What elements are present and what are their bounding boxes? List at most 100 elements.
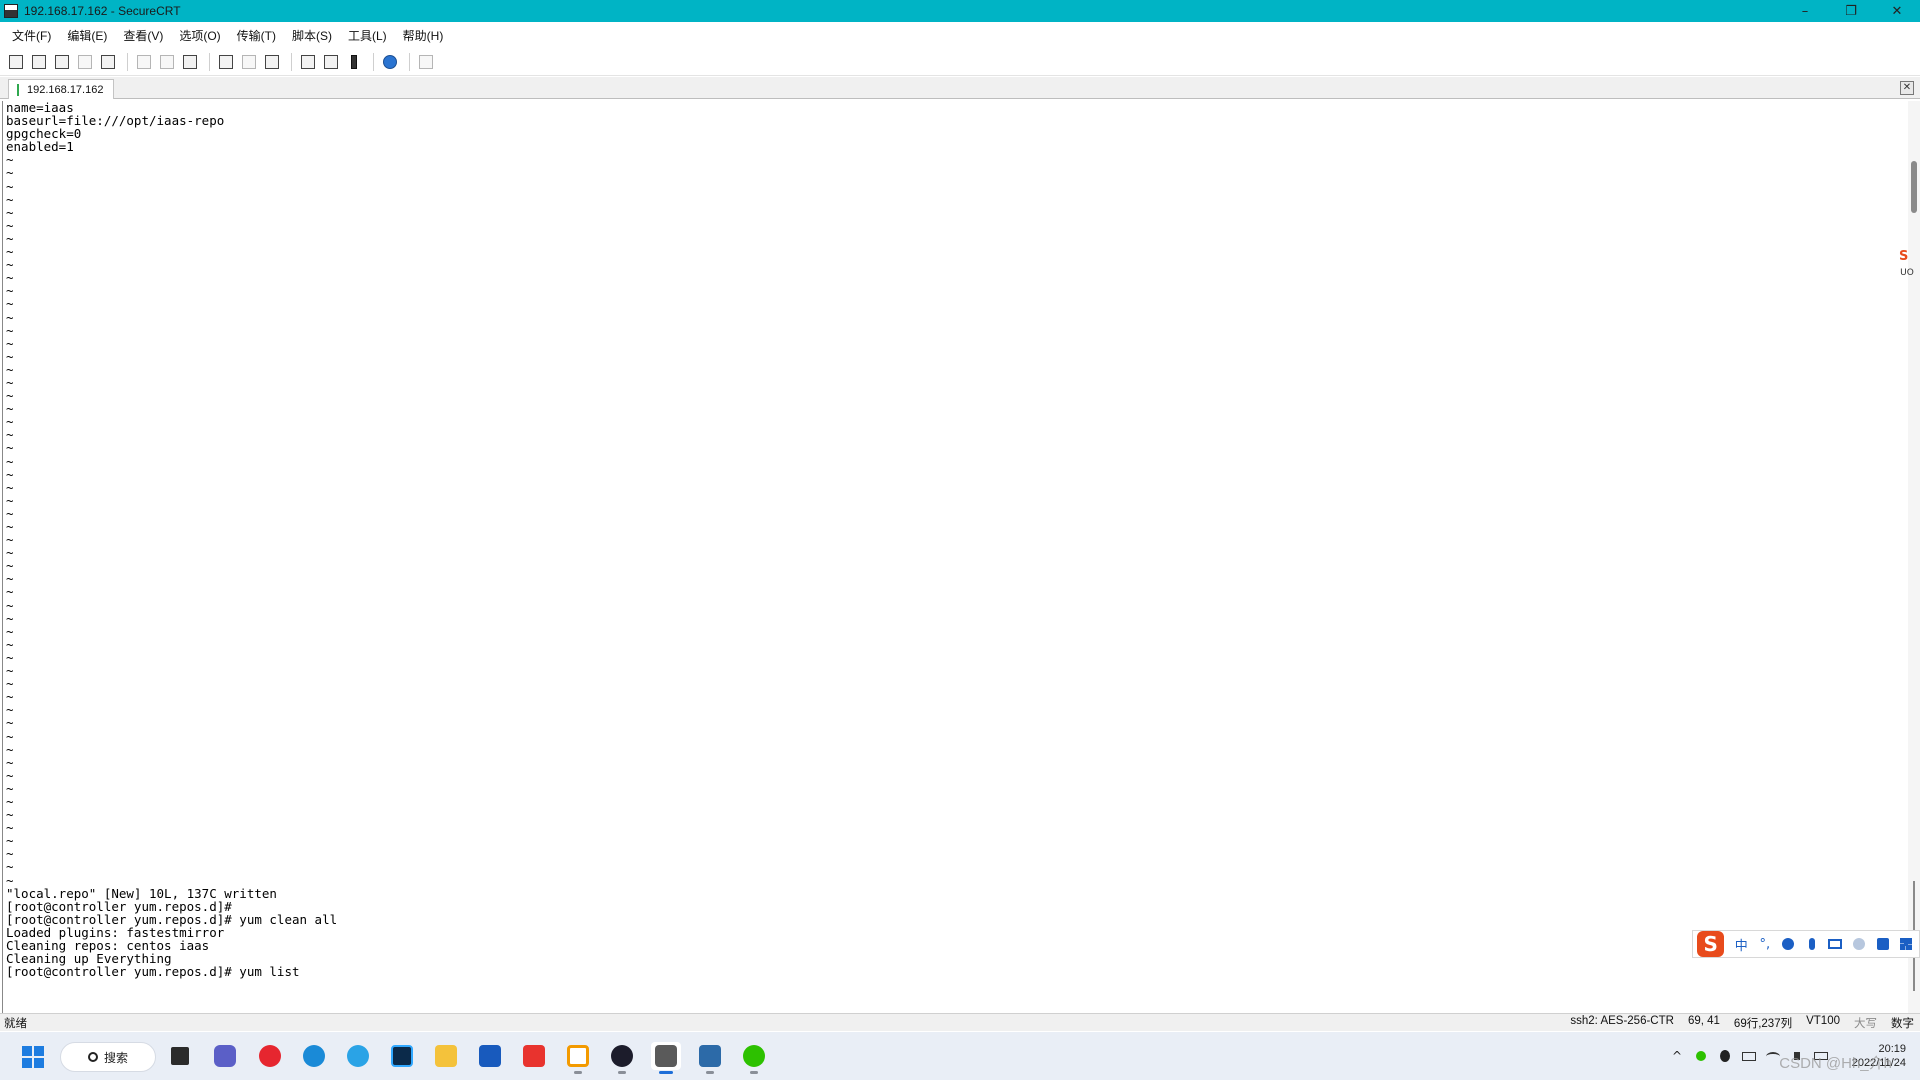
terminal-line: ~ — [6, 767, 14, 783]
menu-transfer[interactable]: 传输(T) — [231, 25, 282, 46]
print-selection-button[interactable] — [239, 52, 259, 72]
copy-button[interactable] — [134, 52, 154, 72]
wechat-icon[interactable] — [739, 1042, 769, 1074]
toolbar-separator — [209, 52, 210, 71]
terminal-line: ~ — [6, 453, 14, 469]
meet-icon[interactable] — [210, 1042, 240, 1070]
terminal-line: ~ — [6, 545, 14, 561]
terminal-line: ~ — [6, 715, 14, 731]
skin-icon[interactable] — [1872, 934, 1894, 954]
minimize-button[interactable]: – — [1782, 0, 1828, 22]
menu-edit[interactable]: 编辑(E) — [61, 25, 113, 46]
terminal-line: Loaded plugins: fastestmirror — [6, 924, 225, 940]
securefx-icon[interactable] — [695, 1042, 725, 1074]
keyboard-tray-icon[interactable] — [1738, 1045, 1760, 1067]
session-tab[interactable]: 192.168.17.162 — [8, 79, 115, 99]
title-bar: 192.168.17.162 - SecureCRT – ❐ ✕ — [0, 0, 1920, 22]
disconnect-button[interactable] — [98, 52, 118, 72]
terminal-line: enabled=1 — [6, 139, 74, 155]
terminal-line: ~ — [6, 257, 14, 273]
session-options-button[interactable] — [298, 52, 318, 72]
disconnect-icon — [101, 54, 115, 69]
edge-icon[interactable] — [299, 1042, 329, 1070]
help-button[interactable] — [380, 52, 400, 72]
terminal-line: ~ — [6, 361, 14, 377]
sftp-button[interactable] — [416, 52, 436, 72]
csdn-watermark: CSDN @Hh_介h — [1779, 1055, 1892, 1072]
global-options-button[interactable] — [321, 52, 341, 72]
terminal-line: ~ — [6, 636, 14, 652]
emoji-icon[interactable] — [1778, 934, 1800, 954]
toolbar — [0, 48, 1920, 76]
terminal-line: ~ — [6, 244, 14, 260]
netease-music-icon[interactable] — [255, 1042, 285, 1070]
menu-script[interactable]: 脚本(S) — [286, 25, 338, 46]
ime-side-widget[interactable]: S UO — [1898, 250, 1916, 290]
connected-indicator-icon — [17, 83, 19, 96]
terminal-line: ~ — [6, 597, 14, 613]
keyboard-icon[interactable] — [1825, 934, 1847, 954]
file-explorer-task-icon[interactable] — [165, 1042, 195, 1070]
close-button[interactable]: ✕ — [1874, 0, 1920, 22]
terminal-line: ~ — [6, 833, 14, 849]
scrollbar-thumb[interactable] — [1911, 161, 1917, 213]
ime-side-label: UO — [1900, 268, 1914, 278]
printer-button[interactable] — [262, 52, 282, 72]
toolbox-icon[interactable] — [1895, 934, 1917, 954]
maximize-button[interactable]: ❐ — [1828, 0, 1874, 22]
menu-options[interactable]: 选项(O) — [173, 25, 226, 46]
search-icon — [87, 1052, 98, 1062]
terminal-line: ~ — [6, 388, 14, 404]
folder-icon[interactable] — [431, 1042, 461, 1070]
find-button[interactable] — [180, 52, 200, 72]
paste-button[interactable] — [157, 52, 177, 72]
menu-view[interactable]: 查看(V) — [117, 25, 169, 46]
photoshop-icon[interactable] — [387, 1042, 417, 1070]
menu-help[interactable]: 帮助(H) — [397, 25, 450, 46]
terminal-line: ~ — [6, 702, 14, 718]
menu-file[interactable]: 文件(F) — [6, 25, 57, 46]
reconnect-button[interactable] — [75, 52, 95, 72]
microphone-icon[interactable] — [1801, 934, 1823, 954]
quick-connect-button[interactable] — [29, 52, 49, 72]
securecrt-icon[interactable] — [651, 1042, 681, 1074]
print-button[interactable] — [216, 52, 236, 72]
start-icon[interactable] — [22, 1046, 44, 1068]
terminal-line: ~ — [6, 820, 14, 836]
status-size: 69行,237列 — [1733, 1017, 1793, 1030]
wps-icon[interactable] — [519, 1042, 549, 1070]
terminal-line: ~ — [6, 780, 14, 796]
close-tab-icon[interactable]: ✕ — [1900, 81, 1914, 95]
terminal-line: ~ — [6, 335, 14, 351]
status-cursor: 69, 41 — [1687, 1014, 1720, 1027]
sogou-ime-icon[interactable]: S — [1697, 931, 1725, 957]
terminal-line: ~ — [6, 374, 14, 390]
terminal-line: ~ — [6, 584, 14, 600]
ie-icon[interactable] — [343, 1042, 373, 1070]
terminal-line: ~ — [6, 427, 14, 443]
user-icon[interactable] — [1848, 934, 1870, 954]
find-icon — [183, 54, 197, 69]
terminal-line: ~ — [6, 204, 14, 220]
connect-in-tab-button[interactable] — [52, 52, 72, 72]
ime-punct-toggle[interactable]: °, — [1754, 934, 1776, 954]
terminal-line: ~ — [6, 440, 14, 456]
tray-app-icon[interactable] — [1690, 1045, 1712, 1067]
terminal-line: ~ — [6, 401, 14, 417]
vmware-icon[interactable] — [563, 1042, 593, 1074]
terminal-line: ~ — [6, 270, 14, 286]
terminal-line: ~ — [6, 872, 14, 888]
session-tab-bar: 192.168.17.162 ✕ — [0, 77, 1920, 99]
terminal-output[interactable]: name=iaas baseurl=file:///opt/iaas-repo gp… — [2, 101, 1908, 1013]
word-icon[interactable] — [475, 1042, 505, 1070]
qq-tray-icon[interactable] — [1714, 1045, 1736, 1067]
keymap-button[interactable] — [344, 52, 364, 72]
taskbar-search[interactable]: 搜索 — [60, 1042, 156, 1072]
obs-icon[interactable] — [607, 1042, 637, 1074]
ime-mode-toggle[interactable]: 中 — [1730, 934, 1752, 954]
terminal-line: ~ — [6, 728, 14, 744]
terminal-scrollbar[interactable] — [1908, 101, 1920, 1013]
connect-button[interactable] — [6, 52, 26, 72]
tray-chevron-icon[interactable]: ^ — [1666, 1045, 1688, 1067]
menu-tools[interactable]: 工具(L) — [342, 25, 393, 46]
